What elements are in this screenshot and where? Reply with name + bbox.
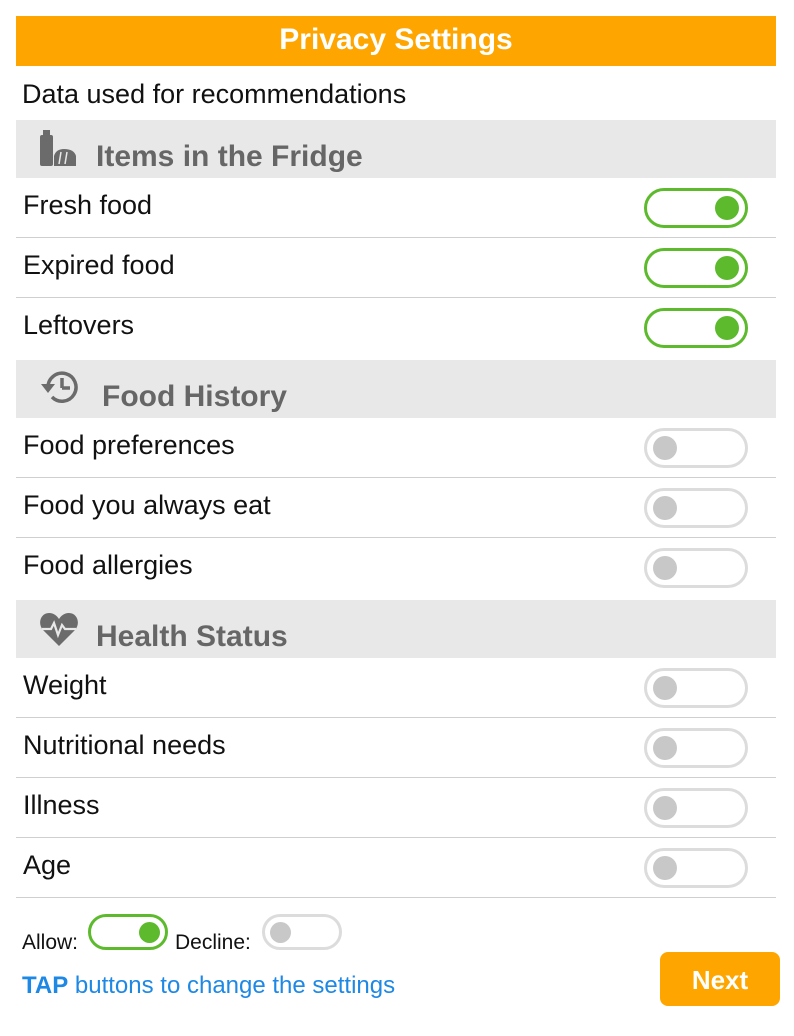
heart-pulse-icon xyxy=(38,610,80,656)
section-header-health-status: Health Status xyxy=(16,600,776,658)
nutritional-needs-toggle[interactable] xyxy=(644,728,748,768)
decline-legend-toggle xyxy=(262,914,342,950)
food-allergies-toggle[interactable] xyxy=(644,548,748,588)
setting-row-expired-food: Expired food xyxy=(16,238,776,298)
setting-row-fresh-food: Fresh food xyxy=(16,178,776,238)
history-icon xyxy=(38,366,84,416)
setting-row-age: Age xyxy=(16,838,776,898)
setting-row-food-preferences: Food preferences xyxy=(16,418,776,478)
setting-label: Expired food xyxy=(23,250,175,280)
decline-legend-label: Decline: xyxy=(175,931,251,954)
setting-row-food-always-eat: Food you always eat xyxy=(16,478,776,538)
weight-toggle[interactable] xyxy=(644,668,748,708)
setting-row-nutritional-needs: Nutritional needs xyxy=(16,718,776,778)
next-button[interactable]: Next xyxy=(660,952,780,1006)
fresh-food-toggle[interactable] xyxy=(644,188,748,228)
page-title: Privacy Settings xyxy=(16,16,776,66)
section-header-fridge: Items in the Fridge xyxy=(16,120,776,178)
expired-food-toggle[interactable] xyxy=(644,248,748,288)
food-always-eat-toggle[interactable] xyxy=(644,488,748,528)
setting-label: Food preferences xyxy=(23,430,235,460)
section-title-fridge: Items in the Fridge xyxy=(96,140,363,173)
hint-rest: buttons to change the settings xyxy=(68,972,396,999)
leftovers-toggle[interactable] xyxy=(644,308,748,348)
setting-label: Age xyxy=(23,850,72,880)
hint-tap: TAP xyxy=(22,972,69,999)
age-toggle[interactable] xyxy=(644,848,748,888)
section-title-health-status: Health Status xyxy=(96,620,288,653)
setting-label: Leftovers xyxy=(23,310,135,340)
setting-row-food-allergies: Food allergies xyxy=(16,538,776,598)
setting-label: Food you always eat xyxy=(23,490,271,520)
setting-row-weight: Weight xyxy=(16,658,776,718)
setting-label: Fresh food xyxy=(23,190,153,220)
food-preferences-toggle[interactable] xyxy=(644,428,748,468)
setting-label: Nutritional needs xyxy=(23,730,226,760)
setting-row-illness: Illness xyxy=(16,778,776,838)
allow-legend-label: Allow: xyxy=(22,931,79,954)
illness-toggle[interactable] xyxy=(644,788,748,828)
setting-row-leftovers: Leftovers xyxy=(16,298,776,358)
setting-label: Illness xyxy=(23,790,100,820)
fridge-items-icon xyxy=(38,128,78,176)
setting-label: Weight xyxy=(23,670,107,700)
subtitle: Data used for recommendations xyxy=(22,79,407,109)
section-title-food-history: Food History xyxy=(102,380,287,413)
setting-label: Food allergies xyxy=(23,550,193,580)
instruction-hint: TAP buttons to change the settings xyxy=(22,972,395,1000)
section-header-food-history: Food History xyxy=(16,360,776,418)
allow-legend-toggle xyxy=(88,914,168,950)
